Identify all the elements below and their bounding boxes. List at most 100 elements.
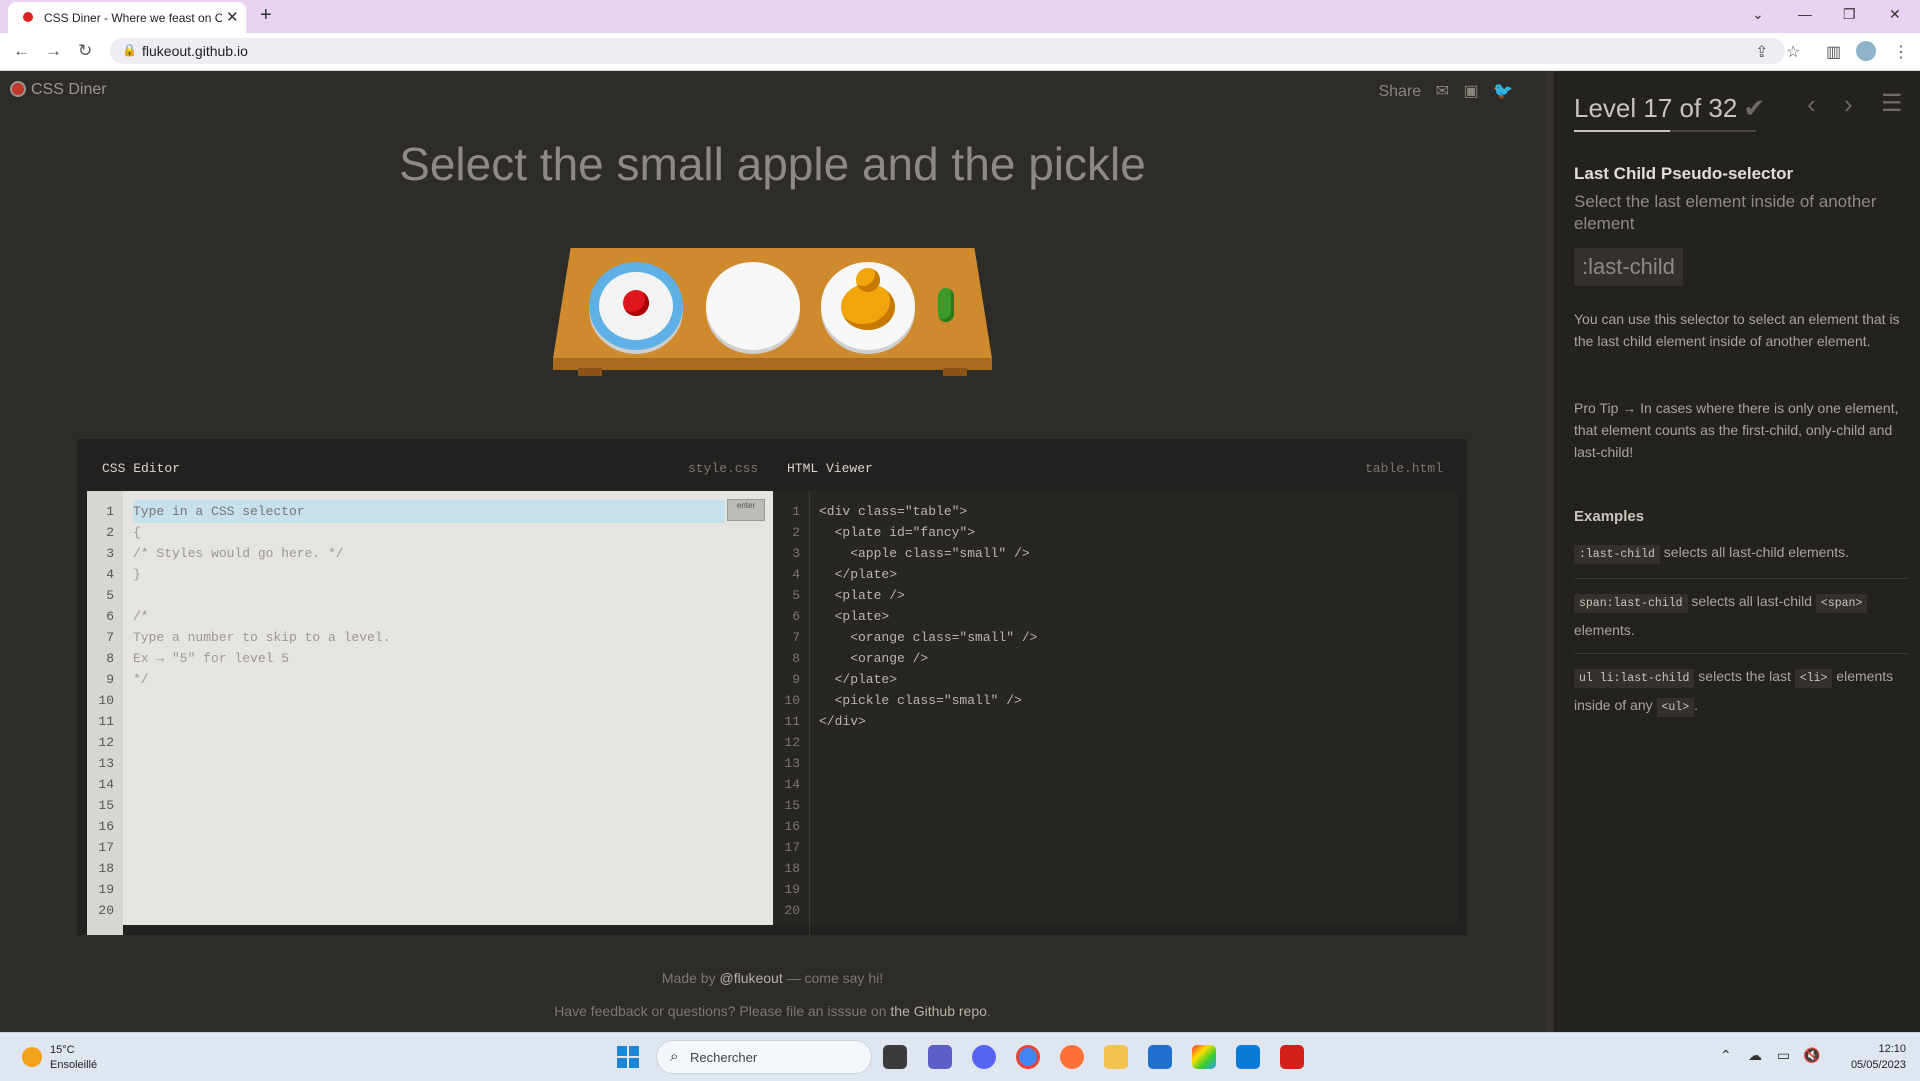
bookmark-star-icon[interactable]: ☆ [1786,42,1800,62]
paint-icon[interactable] [1192,1045,1216,1069]
chrome-icon[interactable] [1016,1045,1040,1069]
tray-chevron-icon[interactable]: ⌃ [1720,1047,1732,1064]
previous-level-icon[interactable]: ‹ [1807,89,1816,120]
selector-title: Last Child Pseudo-selector [1574,164,1794,183]
small-orange[interactable] [856,268,880,292]
back-icon[interactable]: ← [13,41,30,61]
reload-icon[interactable]: ↻ [78,41,92,61]
discord-icon[interactable] [972,1045,996,1069]
share-label: Share [1378,83,1422,100]
windows-start-icon[interactable] [617,1046,639,1068]
css-selector-input[interactable] [133,500,725,523]
tab-search-icon[interactable]: ⌄ [1752,6,1764,23]
store-icon[interactable] [1148,1045,1172,1069]
line-number: 3 [792,546,800,561]
lock-icon: 🔒 [122,43,137,57]
enter-button[interactable]: enter [727,499,765,521]
taskbar-search-label: Rechercher [690,1050,758,1065]
html-code-line: </plate> [819,672,898,687]
firefox-icon[interactable] [1060,1045,1084,1069]
orange-plate[interactable] [821,262,915,350]
browser-tab[interactable]: CSS Diner - Where we feast on C ✕ [8,2,246,33]
task-view-icon[interactable] [883,1045,907,1069]
vscode-icon[interactable] [1236,1045,1260,1069]
line-number: 14 [98,777,114,792]
line-number: 19 [98,882,114,897]
logo[interactable]: CSS Diner [10,81,107,99]
line-number: 20 [98,903,114,918]
level-menu-icon[interactable]: ☰ [1881,89,1903,118]
weather-sun-icon[interactable] [22,1047,42,1067]
line-number: 9 [792,672,800,687]
twitter-icon[interactable]: 🐦 [1493,83,1513,100]
onedrive-icon[interactable]: ☁ [1748,1047,1762,1064]
css-code-line [133,585,723,606]
html-code-line: <plate> [819,609,890,624]
tab-title: CSS Diner - Where we feast on C [44,11,222,25]
empty-plate[interactable] [706,262,800,350]
line-number: 5 [792,588,800,603]
share-page-icon[interactable]: ⇪ [1755,42,1768,62]
line-number: 3 [106,546,114,561]
selector-syntax: :last-child [1574,248,1683,286]
dining-table [553,248,992,388]
teams-icon[interactable] [928,1045,952,1069]
browser-menu-icon[interactable]: ⋮ [1893,42,1909,62]
acrobat-icon[interactable] [1280,1045,1304,1069]
restore-icon[interactable]: ❐ [1843,6,1856,23]
small-apple[interactable] [623,290,649,316]
line-number: 9 [106,672,114,687]
line-number: 12 [98,735,114,750]
address-bar: ← → ↻ 🔒 flukeout.github.io ⇪ ☆ ▥ ⋮ [0,33,1920,71]
check-icon: ✔ [1743,93,1766,123]
close-tab-icon[interactable]: ✕ [226,8,239,26]
facebook-icon[interactable]: ▣ [1464,83,1479,100]
window-close-icon[interactable]: ✕ [1889,6,1901,23]
divider [1574,653,1909,654]
next-level-icon[interactable]: › [1844,89,1853,120]
weather-widget[interactable]: 15°C Ensoleillé [50,1043,97,1073]
line-number: 1 [106,504,114,519]
line-number: 2 [792,525,800,540]
profile-avatar[interactable] [1856,41,1876,61]
forward-icon[interactable]: → [45,41,62,61]
github-repo-link[interactable]: the Github repo [890,1003,987,1019]
css-code-line: Ex → "5" for level 5 [133,651,290,666]
omnibox[interactable]: 🔒 flukeout.github.io [110,38,1785,64]
line-number: 13 [784,756,800,771]
example-item: ul li:last-child selects the last <li> e… [1574,663,1909,721]
taskbar-search[interactable]: ⌕ Rechercher [656,1040,872,1074]
css-code-line: /* [133,609,149,624]
css-code: {/* Styles would go here. */} /* Type a nu… [133,501,723,690]
line-number: 10 [784,693,800,708]
favicon-icon [23,12,33,22]
feedback-pre: Have feedback or questions? Please file … [554,1003,891,1019]
clock[interactable]: 12:10 05/05/2023 [1851,1041,1906,1073]
line-number: 15 [784,798,800,813]
email-icon[interactable]: ✉ [1436,83,1449,100]
line-number: 7 [106,630,114,645]
html-viewer-pane: 1 2 3 4 5 6 7 8 9 10 11 12 13 14 15 16 17 18 19 20 <div cla… [773,491,1457,935]
line-number: 14 [784,777,800,792]
file-explorer-icon[interactable] [1104,1045,1128,1069]
network-icon[interactable]: ▭ [1777,1047,1790,1064]
line-number: 6 [106,609,114,624]
fancy-plate[interactable] [589,262,683,350]
volume-icon[interactable]: 🔇 [1803,1047,1820,1064]
small-pickle[interactable] [938,288,954,322]
example-item: span:last-child selects all last-child <… [1574,588,1909,644]
line-number: 19 [784,882,800,897]
selector-description: You can use this selector to select an e… [1574,311,1900,349]
side-panel-icon[interactable]: ▥ [1826,42,1841,62]
line-numbers: 1 2 3 4 5 6 7 8 9 10 11 12 13 14 15 16 17 18 19 20 [773,491,810,935]
line-numbers: 1 2 3 4 5 6 7 8 9 10 11 12 13 14 15 16 17 18 19 20 [87,491,123,935]
url-text[interactable]: flukeout.github.io [142,43,248,59]
author-link[interactable]: @flukeout [719,970,782,986]
line-number: 15 [98,798,114,813]
table-leg [578,368,602,376]
new-tab-button[interactable]: + [260,4,272,27]
minimize-icon[interactable]: — [1798,6,1812,22]
level-text: Level 17 of 32 [1574,93,1738,123]
temperature: 15°C [50,1044,75,1056]
line-number: 8 [792,651,800,666]
